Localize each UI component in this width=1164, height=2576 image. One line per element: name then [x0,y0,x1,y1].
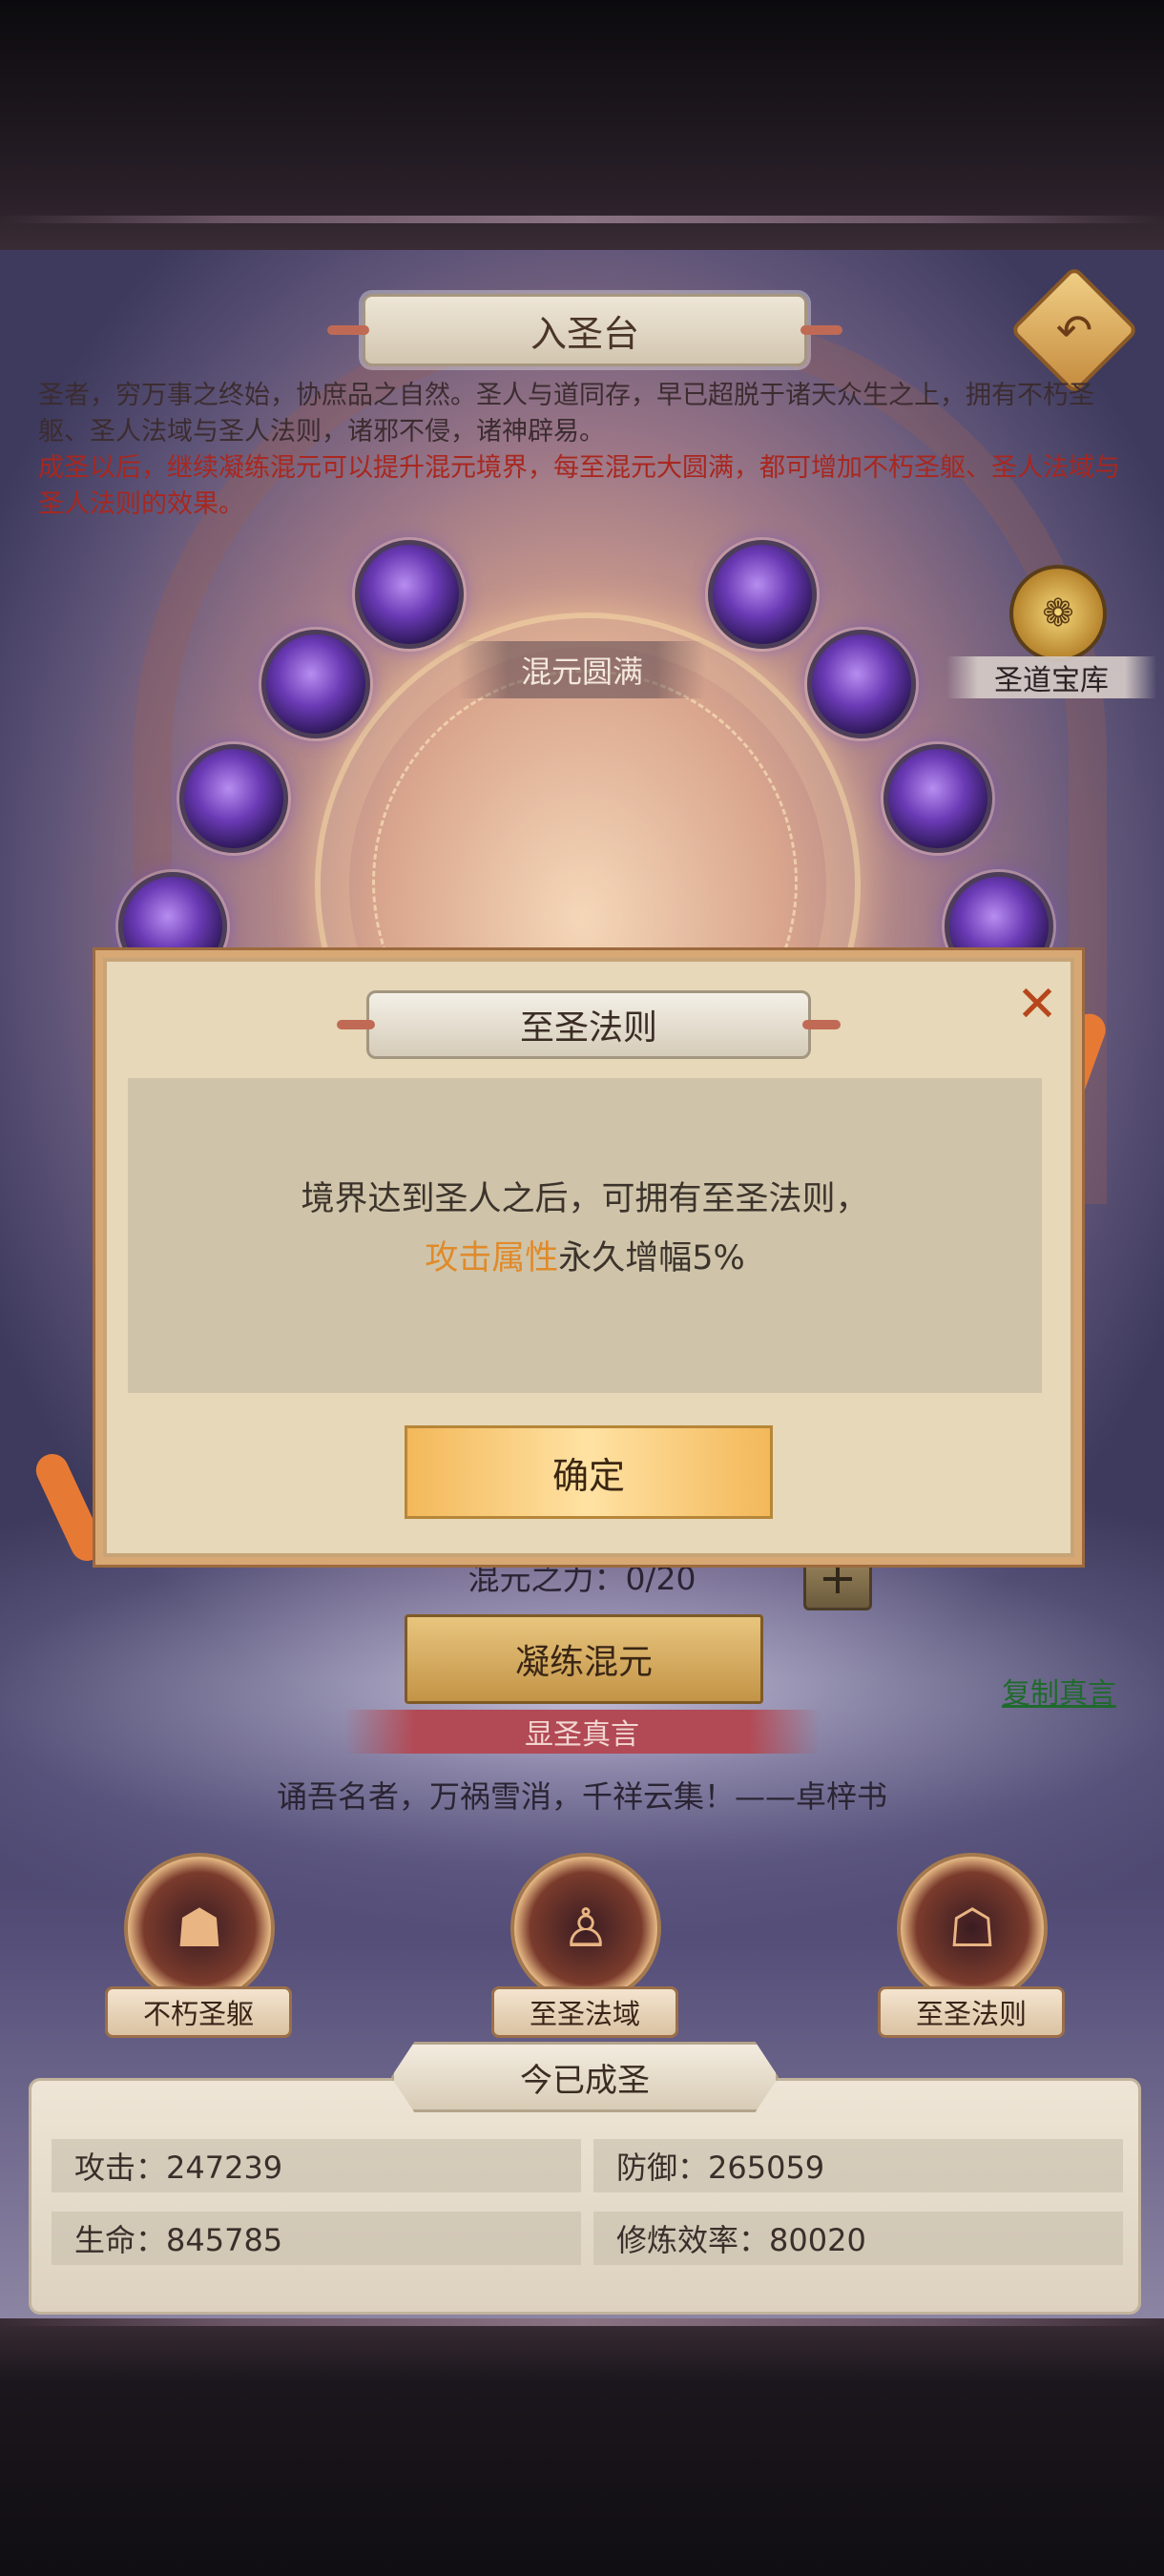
stats-panel [29,2078,1141,2315]
stat-attack: 攻击：247239 [52,2139,581,2192]
stat-efficiency: 修炼效率：80020 [593,2212,1123,2265]
purple-orb-icon[interactable] [883,744,992,853]
copy-mantra-link[interactable]: 复制真言 [1002,1670,1116,1712]
description: 圣者，穷万事之终始，协庶品之自然。圣人与道同存，早已超脱于诸天众生之上，拥有不朽… [38,378,1145,523]
bottom-ornament [0,2318,1164,2326]
holy-law-icon: ☖ [947,1897,997,1960]
holy-law-dialog: 至圣法则 ✕ 境界达到圣人之后，可拥有至圣法则， 攻击属性永久增幅5% 确定 [103,958,1074,1557]
treasury-label: 圣道宝库 [946,656,1156,698]
dialog-highlight: 攻击属性 [425,1239,559,1278]
skill-ring: ☖ [897,1853,1048,2004]
holy-domain-icon: ♙ [561,1897,611,1960]
skill-holy-domain[interactable]: ♙ 至圣法域 [482,1853,682,2044]
description-red: 成圣以后，继续凝练混元可以提升混元境界，每至混元大圆满，都可增加不朽圣躯、圣人法… [38,453,1120,519]
dialog-line-1: 境界达到圣人之后，可拥有至圣法则， [301,1180,869,1218]
realm-label: 混元圆满 [458,641,706,698]
purple-orb-icon[interactable] [807,630,916,738]
stat-life: 生命：845785 [52,2212,581,2265]
skill-label: 不朽圣躯 [105,1986,292,2038]
stat-defense: 防御：265059 [593,2139,1123,2192]
page-title: 入圣台 [327,294,842,366]
skill-ring: ♙ [510,1853,661,2004]
purple-orb-icon[interactable] [355,540,464,649]
bottom-bar [0,2318,1164,2576]
stats-title: 今已成圣 [391,2042,779,2112]
dialog-title: 至圣法则 [337,990,841,1059]
dialog-body: 境界达到圣人之后，可拥有至圣法则， 攻击属性永久增幅5% [128,1078,1042,1393]
purple-orb-icon[interactable] [708,540,817,649]
purple-orb-icon[interactable] [179,744,288,853]
mantra-banner: 显圣真言 [343,1710,821,1754]
skill-label: 至圣法域 [491,1986,678,2038]
refine-button[interactable]: 凝练混元 [405,1614,763,1704]
treasury-button[interactable]: ❁ 圣道宝库 [946,561,1156,704]
back-arrow-icon: ↶ [1055,304,1093,356]
skill-label: 至圣法则 [878,1986,1065,2038]
confirm-button[interactable]: 确定 [405,1425,773,1519]
treasury-emblem-icon: ❁ [1042,592,1074,635]
hunyuan-power: 混元之力：0/20 [468,1560,696,1597]
mantra-text: 诵吾名者，万祸雪消，千祥云集！——卓梓书 [276,1778,887,1815]
purple-orb-icon[interactable] [261,630,370,738]
description-main: 圣者，穷万事之终始，协庶品之自然。圣人与道同存，早已超脱于诸天众生之上，拥有不朽… [38,381,1094,447]
skill-holy-law[interactable]: ☖ 至圣法则 [868,1853,1069,2044]
top-bar [0,0,1164,250]
dialog-line-2: 攻击属性永久增幅5% [128,1231,1042,1279]
dialog-line-2-rest: 永久增幅5% [558,1239,745,1278]
immortal-body-icon: ☗ [175,1897,224,1960]
treasury-coin-icon: ❁ [1009,565,1107,662]
close-icon[interactable]: ✕ [1013,976,1061,1033]
skill-immortal-body[interactable]: ☗ 不朽圣躯 [95,1853,296,2044]
top-ornament [0,216,1164,223]
skill-ring: ☗ [124,1853,275,2004]
